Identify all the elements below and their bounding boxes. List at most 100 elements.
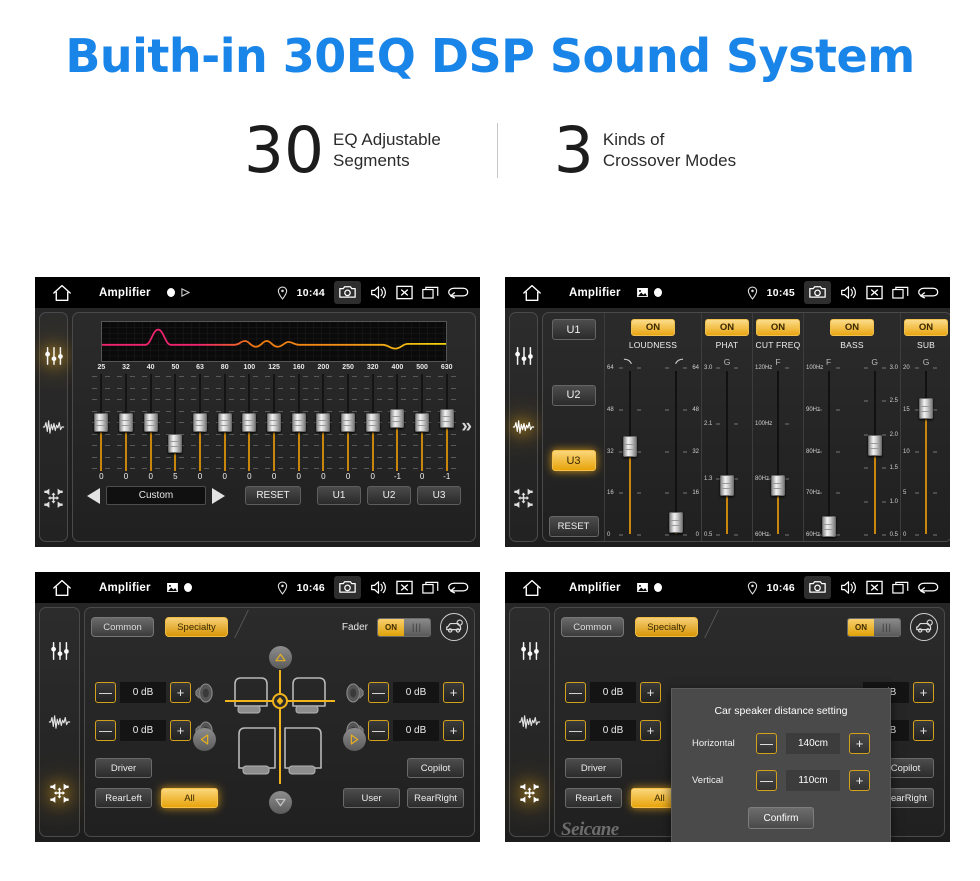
tab-specialty[interactable]: Specialty [635, 617, 698, 637]
increase-button[interactable]: + [443, 720, 464, 741]
volume-icon[interactable] [840, 284, 857, 301]
up-arrow-icon[interactable] [268, 646, 292, 669]
crossover-slider[interactable]: 3.0 2.1 1.3 0.5 [704, 365, 750, 538]
equalizer-icon[interactable] [46, 637, 73, 664]
eq-band-slider[interactable] [237, 374, 262, 471]
equalizer-icon[interactable] [40, 342, 67, 369]
preset-u3-button[interactable]: U3 [551, 450, 596, 472]
eq-band-slider[interactable] [114, 374, 139, 471]
preset-u2-button[interactable]: U2 [367, 486, 411, 505]
eq-band-slider[interactable] [212, 374, 237, 471]
back-arrow-icon[interactable] [918, 580, 940, 595]
preset-driver-button[interactable]: Driver [95, 758, 152, 778]
crossover-slider[interactable]: 64 48 32 16 0 [653, 365, 699, 538]
left-arrow-icon[interactable] [193, 728, 216, 751]
increase-button[interactable]: + [913, 682, 934, 703]
camera-icon[interactable] [334, 576, 361, 599]
decrease-button[interactable]: — [368, 682, 389, 703]
balance-icon[interactable] [516, 780, 543, 807]
preset-rearright-button[interactable]: RearRight [407, 788, 464, 808]
eq-band-slider[interactable] [360, 374, 385, 471]
preset-rearleft-button[interactable]: RearLeft [565, 788, 622, 808]
home-icon[interactable] [521, 579, 543, 597]
decrease-button[interactable]: — [756, 770, 777, 791]
eq-band-slider[interactable] [385, 374, 410, 471]
decrease-button[interactable]: — [756, 733, 777, 754]
recents-icon[interactable] [892, 579, 909, 596]
increase-button[interactable]: + [913, 720, 934, 741]
increase-button[interactable]: + [849, 733, 870, 754]
chevron-double-right-icon[interactable]: » [461, 417, 472, 436]
crossover-slider[interactable]: 3.0 2.5 2.0 1.5 1.0 0.5 [852, 365, 898, 538]
reset-button[interactable]: RESET [548, 515, 599, 537]
waveform-icon[interactable] [516, 708, 543, 735]
decrease-button[interactable]: — [95, 682, 116, 703]
seat-position-diagram[interactable] [224, 668, 335, 786]
tab-specialty[interactable]: Specialty [165, 617, 228, 637]
increase-button[interactable]: + [443, 682, 464, 703]
preset-u2-button[interactable]: U2 [551, 384, 596, 406]
eq-band-slider[interactable] [163, 374, 188, 471]
prev-triangle-icon[interactable] [87, 487, 100, 504]
preset-u1-button[interactable]: U1 [551, 319, 596, 340]
close-x-icon[interactable] [396, 579, 413, 596]
preset-user-button[interactable]: User [343, 788, 400, 808]
right-arrow-icon[interactable] [343, 728, 366, 751]
confirm-button[interactable]: Confirm [748, 807, 814, 829]
back-arrow-icon[interactable] [448, 285, 470, 300]
waveform-icon[interactable] [40, 413, 67, 440]
car-settings-icon[interactable] [910, 613, 938, 641]
toggle-on-button[interactable]: ON [830, 319, 874, 336]
camera-icon[interactable] [804, 281, 831, 304]
recents-icon[interactable] [422, 284, 439, 301]
volume-icon[interactable] [840, 579, 857, 596]
equalizer-icon[interactable] [510, 342, 537, 369]
close-x-icon[interactable] [396, 284, 413, 301]
fader-toggle[interactable]: ON ||| [847, 617, 901, 637]
back-arrow-icon[interactable] [448, 580, 470, 595]
crossover-slider[interactable]: 120Hz 100Hz 80Hz 60Hz [755, 365, 801, 538]
eq-band-slider[interactable] [89, 374, 114, 471]
reset-button[interactable]: RESET [245, 486, 301, 505]
eq-band-slider[interactable] [311, 374, 336, 471]
toggle-on-button[interactable]: ON [631, 319, 675, 336]
eq-band-slider[interactable] [262, 374, 287, 471]
home-icon[interactable] [521, 284, 543, 302]
increase-button[interactable]: + [170, 682, 191, 703]
crossover-slider[interactable]: 20 15 10 5 0 [903, 365, 949, 538]
eq-band-slider[interactable] [138, 374, 163, 471]
decrease-button[interactable]: — [95, 720, 116, 741]
recents-icon[interactable] [422, 579, 439, 596]
balance-icon[interactable] [40, 485, 67, 512]
camera-icon[interactable] [804, 576, 831, 599]
waveform-icon[interactable] [46, 708, 73, 735]
eq-band-slider[interactable] [434, 374, 459, 471]
balance-icon[interactable] [510, 485, 537, 512]
down-arrow-icon[interactable] [268, 791, 292, 814]
home-icon[interactable] [51, 579, 73, 597]
tab-common[interactable]: Common [91, 617, 154, 637]
crossover-slider[interactable]: 100Hz 90Hz 80Hz 70Hz 60Hz [806, 365, 852, 538]
increase-button[interactable]: + [170, 720, 191, 741]
waveform-icon[interactable] [510, 413, 537, 440]
toggle-on-button[interactable]: ON [705, 319, 749, 336]
next-triangle-icon[interactable] [212, 487, 225, 504]
preset-all-button[interactable]: All [161, 788, 218, 808]
decrease-button[interactable]: — [565, 720, 586, 741]
equalizer-icon[interactable] [516, 637, 543, 664]
preset-copilot-button[interactable]: Copilot [407, 758, 464, 778]
increase-button[interactable]: + [849, 770, 870, 791]
preset-u1-button[interactable]: U1 [317, 486, 361, 505]
preset-driver-button[interactable]: Driver [565, 758, 622, 778]
decrease-button[interactable]: — [565, 682, 586, 703]
eq-band-slider[interactable] [410, 374, 435, 471]
eq-band-slider[interactable] [286, 374, 311, 471]
toggle-on-button[interactable]: ON [904, 319, 948, 336]
fader-toggle[interactable]: ON ||| [377, 617, 431, 637]
preset-name-display[interactable]: Custom [106, 486, 206, 505]
preset-rearleft-button[interactable]: RearLeft [95, 788, 152, 808]
increase-button[interactable]: + [640, 682, 661, 703]
back-arrow-icon[interactable] [918, 285, 940, 300]
eq-band-slider[interactable] [188, 374, 213, 471]
car-settings-icon[interactable] [440, 613, 468, 641]
